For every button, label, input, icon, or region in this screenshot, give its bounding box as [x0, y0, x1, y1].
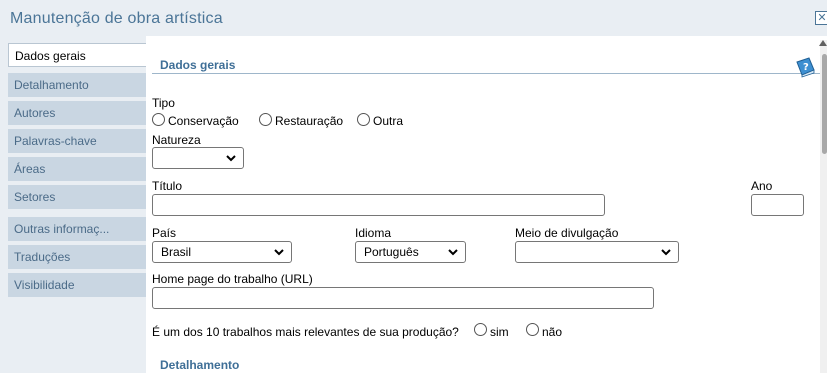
tab-dados-gerais[interactable]: Dados gerais	[8, 43, 146, 67]
ano-label: Ano	[751, 179, 773, 193]
window-titlebar: Manutenção de obra artística ✕	[0, 0, 827, 36]
help-book-icon[interactable]: ?	[794, 56, 816, 78]
tipo-radio-outra[interactable]	[357, 113, 370, 126]
section-title-dados-gerais: Dados gerais	[160, 58, 236, 72]
tab-outras-informacoes[interactable]: Outras informaç...	[8, 217, 146, 241]
chevron-down-icon	[661, 249, 671, 256]
homepage-input[interactable]	[152, 287, 654, 309]
idioma-select[interactable]: Português	[355, 241, 466, 263]
pais-select[interactable]: Brasil	[152, 241, 292, 263]
pais-label: País	[152, 226, 177, 240]
tipo-radio-restauracao[interactable]	[259, 113, 272, 126]
chevron-down-icon	[274, 249, 284, 256]
titulo-label: Título	[152, 179, 183, 193]
pais-value: Brasil	[161, 245, 192, 259]
natureza-label: Natureza	[152, 133, 201, 147]
relevante-radio-nao[interactable]	[526, 323, 539, 336]
form-panel: Dados gerais ? Tipo Conservação Restaura…	[146, 36, 827, 373]
sidebar: Dados gerais Detalhamento Autores Palavr…	[0, 36, 146, 373]
tab-autores[interactable]: Autores	[8, 101, 146, 125]
chevron-down-icon	[226, 155, 236, 162]
idioma-value: Português	[364, 245, 419, 259]
tipo-option-restauracao: Restauração	[275, 114, 344, 128]
window-title: Manutenção de obra artística	[10, 10, 223, 27]
meio-label: Meio de divulgação	[515, 226, 619, 240]
tipo-option-conservacao: Conservação	[168, 114, 239, 128]
chevron-down-icon	[448, 249, 458, 256]
relevante-option-nao: não	[542, 325, 563, 339]
scroll-up-arrow-icon[interactable]	[819, 40, 827, 46]
meio-select[interactable]	[515, 241, 679, 263]
titulo-input[interactable]	[152, 194, 605, 216]
relevante-question: É um dos 10 trabalhos mais relevantes de…	[152, 325, 459, 339]
tipo-radio-conservacao[interactable]	[152, 113, 165, 126]
tab-visibilidade[interactable]: Visibilidade	[8, 273, 146, 297]
tab-setores[interactable]: Setores	[8, 185, 146, 209]
tipo-option-outra: Outra	[373, 114, 404, 128]
relevante-option-sim: sim	[490, 325, 509, 339]
section-title-detalhamento: Detalhamento	[160, 358, 240, 372]
idioma-label: Idioma	[355, 226, 392, 240]
svg-text:?: ?	[803, 62, 809, 73]
section-divider	[152, 73, 822, 74]
close-icon[interactable]: ✕	[815, 11, 827, 25]
tab-areas[interactable]: Áreas	[8, 157, 146, 181]
natureza-select[interactable]	[152, 147, 244, 169]
homepage-label: Home page do trabalho (URL)	[152, 272, 313, 286]
relevante-radio-sim[interactable]	[474, 323, 487, 336]
scrollbar-thumb[interactable]	[822, 54, 827, 154]
tipo-label: Tipo	[152, 96, 175, 110]
tab-traducoes[interactable]: Traduções	[8, 245, 146, 269]
tab-detalhamento[interactable]: Detalhamento	[8, 73, 146, 97]
ano-input[interactable]	[751, 194, 804, 216]
tab-palavras-chave[interactable]: Palavras-chave	[8, 129, 146, 153]
